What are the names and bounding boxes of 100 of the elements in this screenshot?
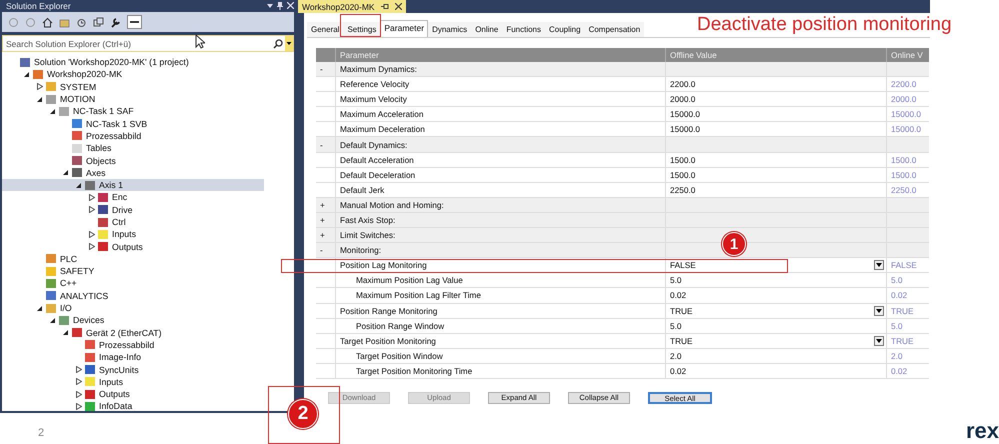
tree-item[interactable]: SYSTEM bbox=[2, 80, 264, 93]
tree-item[interactable]: Workshop2020-MK bbox=[2, 68, 264, 81]
tree-item[interactable]: Axes bbox=[2, 166, 264, 179]
tree-item[interactable]: Prozessabbild bbox=[2, 338, 264, 352]
caret-icon[interactable] bbox=[37, 96, 43, 103]
caret-icon[interactable] bbox=[89, 194, 95, 201]
parameter-name: Target Position Monitoring bbox=[336, 334, 666, 348]
tab[interactable]: Functions bbox=[502, 22, 545, 37]
toggle-sign[interactable]: + bbox=[316, 212, 336, 228]
caret-icon[interactable] bbox=[37, 304, 43, 312]
tree-item[interactable]: Gerät 2 (EtherCAT) bbox=[2, 326, 264, 339]
tree-item[interactable]: I/O bbox=[2, 302, 264, 314]
tree-item[interactable]: Inputs bbox=[2, 376, 264, 388]
offline-value[interactable]: 15000.0 bbox=[670, 109, 700, 120]
tab[interactable]: Settings bbox=[343, 22, 380, 37]
pin-icon[interactable] bbox=[380, 4, 389, 9]
history-icon[interactable] bbox=[76, 16, 87, 28]
tree-item[interactable]: Inputs bbox=[2, 228, 264, 240]
offline-value[interactable]: 15000.0 bbox=[670, 124, 700, 134]
toggle-sign[interactable]: - bbox=[316, 62, 336, 76]
offline-value[interactable]: 2000.0 bbox=[670, 94, 696, 104]
offline-value[interactable]: 1500.0 bbox=[670, 154, 696, 165]
caret-icon[interactable] bbox=[76, 182, 82, 189]
offline-value[interactable]: TRUE bbox=[670, 336, 693, 346]
tree-item[interactable]: MOTION bbox=[2, 92, 264, 106]
tree-item[interactable]: Axis 1 bbox=[2, 178, 264, 192]
tree-item[interactable]: Drive bbox=[2, 204, 264, 216]
tree-item[interactable]: Ctrl bbox=[2, 216, 264, 228]
tree-item[interactable]: Image-Info bbox=[2, 351, 264, 364]
offline-value[interactable]: 2200.0 bbox=[670, 79, 696, 90]
tab[interactable]: Parameter bbox=[380, 20, 428, 37]
tree-item[interactable]: SAFETY bbox=[2, 265, 264, 278]
wrench-icon[interactable] bbox=[110, 16, 121, 28]
minus-icon[interactable] bbox=[127, 15, 142, 29]
home-icon[interactable] bbox=[42, 16, 53, 28]
caret-icon[interactable] bbox=[89, 206, 95, 214]
dropdown-icon[interactable] bbox=[267, 4, 273, 8]
logo: rex bbox=[966, 418, 999, 444]
offline-value[interactable]: TRUE bbox=[670, 306, 693, 316]
online-value: 2250.0 bbox=[891, 184, 916, 195]
offline-value[interactable]: 1500.0 bbox=[670, 170, 696, 180]
tree-item[interactable]: NC-Task 1 SAF bbox=[2, 105, 264, 118]
copy-icon[interactable] bbox=[93, 16, 104, 28]
caret-icon[interactable] bbox=[76, 378, 82, 386]
search-box[interactable]: Search Solution Explorer (Ctrl+ü) bbox=[2, 35, 294, 52]
parameter-name: Position Range Monitoring bbox=[336, 304, 666, 318]
search-icon[interactable] bbox=[273, 38, 283, 48]
tab[interactable]: Coupling bbox=[545, 22, 585, 37]
tree-item[interactable]: Tables bbox=[2, 142, 264, 154]
parameter-name: Target Position Monitoring Time bbox=[336, 364, 666, 378]
pin-icon[interactable] bbox=[277, 2, 283, 10]
tab[interactable]: Online bbox=[471, 22, 502, 37]
dropdown-icon[interactable] bbox=[874, 306, 884, 316]
caret-icon[interactable] bbox=[76, 366, 82, 374]
close-icon[interactable] bbox=[394, 3, 402, 10]
offline-value[interactable]: 5.0 bbox=[670, 320, 682, 331]
tab[interactable]: Compensation bbox=[584, 22, 644, 37]
caret-icon[interactable] bbox=[76, 390, 82, 398]
tab[interactable]: General bbox=[307, 22, 344, 37]
caret-icon[interactable] bbox=[89, 230, 95, 238]
tree-item[interactable]: SyncUnits bbox=[2, 363, 264, 376]
caret-icon[interactable] bbox=[24, 70, 30, 78]
offline-value[interactable]: 0.02 bbox=[670, 290, 686, 300]
tree-item[interactable]: ANALYTICS bbox=[2, 290, 264, 302]
dropdown-icon[interactable] bbox=[874, 260, 884, 270]
tree-item[interactable]: InfoData bbox=[2, 400, 264, 411]
online-value: TRUE bbox=[891, 336, 914, 346]
tree-item[interactable]: Solution 'Workshop2020-MK' (1 project) bbox=[2, 56, 264, 68]
tree-item[interactable]: PLC bbox=[2, 252, 264, 266]
tree-item[interactable]: Outputs bbox=[2, 388, 264, 400]
toggle-sign[interactable]: - bbox=[316, 243, 336, 258]
toggle-sign[interactable]: + bbox=[316, 198, 336, 212]
tree-item[interactable]: C++ bbox=[2, 277, 264, 290]
parameter-name: Maximum Acceleration bbox=[336, 107, 666, 122]
tree-item[interactable]: Devices bbox=[2, 314, 264, 327]
caret-icon[interactable] bbox=[37, 83, 43, 90]
caret-icon[interactable] bbox=[63, 329, 69, 336]
group-label: Manual Motion and Homing: bbox=[336, 198, 666, 212]
caret-icon[interactable] bbox=[50, 108, 56, 115]
offline-value[interactable]: 0.02 bbox=[670, 366, 686, 376]
offline-value[interactable]: 2250.0 bbox=[670, 184, 696, 195]
toggle-sign[interactable]: + bbox=[316, 228, 336, 242]
panel-title: Solution Explorer bbox=[6, 0, 72, 10]
caret-icon[interactable] bbox=[63, 169, 69, 176]
tree-item[interactable]: Prozessabbild bbox=[2, 130, 264, 142]
tab[interactable]: Dynamics bbox=[428, 22, 472, 37]
tree-item[interactable]: Outputs bbox=[2, 240, 264, 253]
dropdown-icon[interactable] bbox=[285, 36, 293, 51]
caret-icon[interactable] bbox=[50, 316, 56, 324]
toggle-sign[interactable]: - bbox=[316, 137, 336, 152]
search-field[interactable]: Search Solution Explorer (Ctrl+ü) bbox=[6, 37, 273, 50]
dropdown-icon[interactable] bbox=[874, 336, 884, 346]
offline-value[interactable]: 2.0 bbox=[670, 350, 682, 361]
tree-item[interactable]: NC-Task 1 SVB bbox=[2, 117, 264, 130]
tree-item[interactable]: Objects bbox=[2, 154, 264, 167]
caret-icon[interactable] bbox=[89, 243, 95, 250]
offline-value[interactable]: 5.0 bbox=[670, 275, 682, 286]
tree-item[interactable]: Enc bbox=[2, 191, 264, 204]
offline-value[interactable]: FALSE bbox=[670, 260, 696, 270]
caret-icon[interactable] bbox=[76, 402, 82, 410]
